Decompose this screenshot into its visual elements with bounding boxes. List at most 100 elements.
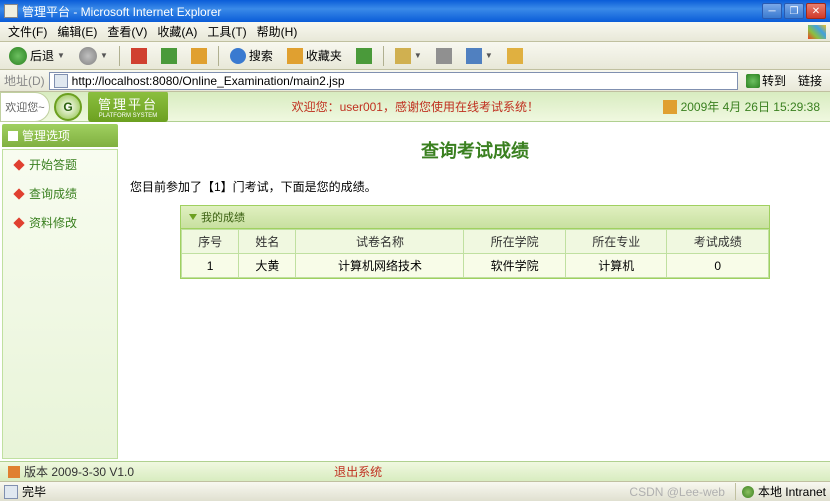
chevron-down-icon: ▼	[57, 51, 65, 60]
separator	[119, 46, 120, 66]
triangle-icon	[189, 214, 197, 220]
separator	[383, 46, 384, 66]
brand-subtitle: PLATFORM SYSTEM	[98, 113, 158, 119]
page-title: 查询考试成绩	[120, 122, 830, 173]
brand-text: 管理平台	[98, 97, 158, 112]
links-button[interactable]: 链接	[794, 71, 826, 90]
menu-tools[interactable]: 工具(T)	[203, 21, 250, 42]
status-text: 完毕	[22, 483, 629, 500]
sidebar-item-label: 开始答题	[29, 156, 77, 173]
menu-view[interactable]: 查看(V)	[103, 21, 151, 42]
logout-link[interactable]: 退出系统	[334, 463, 382, 480]
close-button[interactable]: ✕	[806, 3, 826, 19]
cell-major: 计算机	[565, 254, 667, 278]
security-zone: 本地 Intranet	[735, 483, 826, 500]
go-icon	[746, 74, 760, 88]
menu-help[interactable]: 帮助(H)	[253, 21, 302, 42]
col-paper: 试卷名称	[296, 230, 464, 254]
star-icon	[287, 48, 303, 64]
window-title: 管理平台 - Microsoft Internet Explorer	[22, 3, 762, 20]
cell-score: 0	[667, 254, 769, 278]
col-college: 所在学院	[464, 230, 566, 254]
separator	[218, 46, 219, 66]
results-table: 序号 姓名 试卷名称 所在学院 所在专业 考试成绩 1 大黄 计算机网络技术	[181, 229, 769, 278]
search-icon	[230, 48, 246, 64]
page-intro: 您目前参加了【1】门考试，下面是您的成绩。	[120, 173, 830, 200]
print-button[interactable]	[431, 45, 457, 67]
welcome-tab: 欢迎您~	[0, 92, 50, 122]
cell-no: 1	[182, 254, 239, 278]
minimize-button[interactable]: ─	[762, 3, 782, 19]
zone-icon	[742, 486, 754, 498]
folder-icon	[507, 48, 523, 64]
app-footer: 版本 2009-3-30 V1.0 退出系统	[0, 461, 830, 481]
search-button[interactable]: 搜索	[225, 44, 278, 67]
sidebar-item-label: 资料修改	[29, 214, 77, 231]
col-no: 序号	[182, 230, 239, 254]
edit-button[interactable]: ▼	[461, 45, 498, 67]
bullet-icon	[13, 217, 24, 228]
table-row: 1 大黄 计算机网络技术 软件学院 计算机 0	[182, 254, 769, 278]
menu-bar: 文件(F) 编辑(E) 查看(V) 收藏(A) 工具(T) 帮助(H)	[0, 22, 830, 42]
results-table-wrap: 我的成绩 序号 姓名 试卷名称 所在学院 所在专业 考试成绩	[180, 205, 770, 279]
menu-favorites[interactable]: 收藏(A)	[153, 21, 201, 42]
window-controls: ─ ❐ ✕	[762, 3, 826, 19]
mail-button[interactable]: ▼	[390, 45, 427, 67]
cell-college: 软件学院	[464, 254, 566, 278]
datetime-text: 2009年 4月 26日 15:29:38	[681, 98, 820, 115]
main-area: 管理选项 开始答题 查询成绩 资料修改 查询考试成绩 您目前参加了【1】门考试	[0, 122, 830, 461]
favorites-label: 收藏夹	[306, 47, 342, 64]
welcome-message: 欢迎您：user001，感谢您使用在线考试系统！	[168, 98, 663, 115]
mail-icon	[395, 48, 411, 64]
col-score: 考试成绩	[667, 230, 769, 254]
links-label: 链接	[798, 74, 822, 88]
watermark-text: CSDN @Lee-web	[629, 485, 725, 499]
version-box: 版本 2009-3-30 V1.0	[8, 463, 134, 480]
sidebar: 管理选项 开始答题 查询成绩 资料修改	[0, 122, 120, 461]
cell-paper: 计算机网络技术	[296, 254, 464, 278]
table-caption: 我的成绩	[181, 206, 769, 229]
edit-icon	[466, 48, 482, 64]
sidebar-item-edit-profile[interactable]: 资料修改	[3, 208, 117, 237]
brand-box: 管理平台 PLATFORM SYSTEM	[88, 92, 168, 122]
print-icon	[436, 48, 452, 64]
folder-button[interactable]	[502, 45, 528, 67]
favorites-button[interactable]: 收藏夹	[282, 44, 347, 67]
sidebar-header-label: 管理选项	[22, 127, 70, 144]
home-button[interactable]	[186, 45, 212, 67]
done-icon	[4, 485, 18, 499]
banner: 欢迎您~ G 管理平台 PLATFORM SYSTEM 欢迎您：user001，…	[0, 92, 830, 122]
chevron-down-icon: ▼	[485, 51, 493, 60]
stop-button[interactable]	[126, 45, 152, 67]
window-titlebar: 管理平台 - Microsoft Internet Explorer ─ ❐ ✕	[0, 0, 830, 22]
back-button[interactable]: 后退 ▼	[4, 44, 70, 68]
sidebar-item-query-score[interactable]: 查询成绩	[3, 179, 117, 208]
refresh-icon	[161, 48, 177, 64]
refresh-button[interactable]	[156, 45, 182, 67]
url-text: http://localhost:8080/Online_Examination…	[72, 74, 345, 88]
cell-name: 大黄	[239, 254, 296, 278]
col-major: 所在专业	[565, 230, 667, 254]
datetime-box: 2009年 4月 26日 15:29:38	[663, 98, 830, 115]
go-button[interactable]: 转到	[742, 71, 790, 90]
address-label: 地址(D)	[4, 72, 45, 89]
sidebar-header-icon	[8, 131, 18, 141]
menu-file[interactable]: 文件(F)	[4, 21, 51, 42]
sidebar-item-start-exam[interactable]: 开始答题	[3, 150, 117, 179]
back-icon	[9, 47, 27, 65]
chevron-down-icon: ▼	[100, 51, 108, 60]
menu-edit[interactable]: 编辑(E)	[53, 21, 101, 42]
col-name: 姓名	[239, 230, 296, 254]
address-bar: 地址(D) http://localhost:8080/Online_Exami…	[0, 70, 830, 92]
home-small-icon[interactable]	[663, 100, 677, 114]
url-input[interactable]: http://localhost:8080/Online_Examination…	[49, 72, 738, 90]
toolbar: 后退 ▼ ▼ 搜索 收藏夹 ▼ ▼	[0, 42, 830, 70]
status-bar: 完毕 CSDN @Lee-web 本地 Intranet	[0, 481, 830, 501]
version-icon	[8, 466, 20, 478]
history-button[interactable]	[351, 45, 377, 67]
maximize-button[interactable]: ❐	[784, 3, 804, 19]
forward-button[interactable]: ▼	[74, 44, 113, 68]
go-label: 转到	[762, 72, 786, 89]
bullet-icon	[13, 188, 24, 199]
sidebar-body: 开始答题 查询成绩 资料修改	[2, 149, 118, 459]
